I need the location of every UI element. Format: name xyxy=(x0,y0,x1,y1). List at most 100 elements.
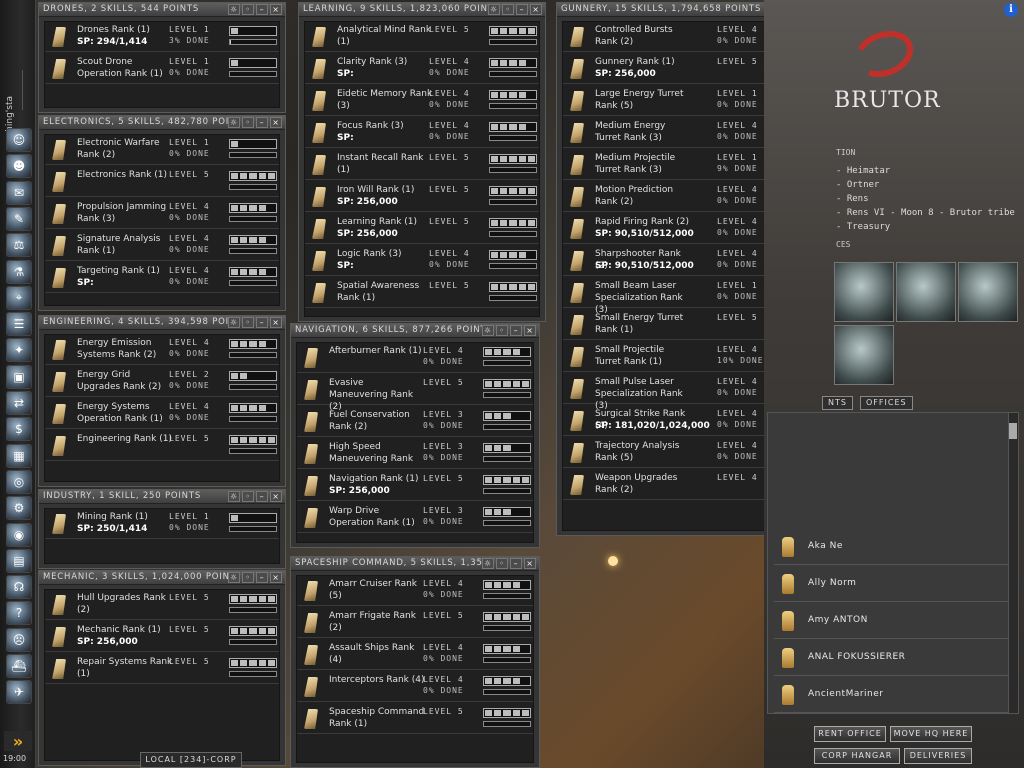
close-icon[interactable]: × xyxy=(270,572,282,583)
skill-row[interactable]: Propulsion Jamming Rank (3) LEVEL 4 0% DON… xyxy=(45,199,279,229)
assets-icon[interactable]: ▣ xyxy=(6,364,32,389)
repair-service-icon[interactable] xyxy=(896,262,956,322)
panel-header[interactable]: MECHANIC, 3 SKILLS, 1,024,000 POINTS ☼ ◦ – × xyxy=(39,571,285,585)
browser-icon[interactable]: ◉ xyxy=(6,522,32,547)
skill-row[interactable]: Electronics Rank (1) LEVEL 5 xyxy=(45,167,279,197)
info-icon[interactable]: i xyxy=(1004,3,1018,17)
local-chat-tab[interactable]: LOCAL [234]-CORP xyxy=(140,752,242,768)
drones-icon[interactable]: ✈ xyxy=(6,680,32,705)
industry-skills-panel[interactable]: INDUSTRY, 1 SKILL, 250 POINTS ☼ ◦ – × Mining … xyxy=(38,489,286,569)
panel-header[interactable]: ENGINEERING, 4 SKILLS, 394,598 POINTS ☼ ◦ –… xyxy=(39,316,285,330)
rent-office-button[interactable]: RENT OFFICE xyxy=(814,726,886,742)
skill-row[interactable]: Evasive Maneuvering Rank (2) LEVEL 5 xyxy=(297,375,533,412)
tab-offices[interactable]: OFFICES xyxy=(860,396,913,410)
drones-skills-panel[interactable]: DRONES, 2 SKILLS, 544 POINTS ☼ ◦ – × Drones R… xyxy=(38,2,286,113)
starmap-icon[interactable]: ✦ xyxy=(6,338,32,363)
close-icon[interactable]: × xyxy=(270,491,282,502)
learning-skills-panel[interactable]: LEARNING, 9 SKILLS, 1,823,060 POINTS ☼ ◦ – ×… xyxy=(298,2,546,322)
pin-icon[interactable]: ◦ xyxy=(242,4,254,15)
settings-icon[interactable]: ☼ xyxy=(482,558,494,569)
spaceship-skills-panel[interactable]: SPACESHIP COMMAND, 5 SKILLS, 1,356, ☼ ◦ – × A… xyxy=(290,556,540,768)
recycle-service-icon[interactable] xyxy=(834,262,894,322)
deliveries-button[interactable]: DELIVERIES xyxy=(904,748,972,764)
member-row[interactable]: Aka Ne xyxy=(774,529,1010,565)
skill-row[interactable]: Learning Rank (1) SP: 256,000 LEVEL 5 xyxy=(305,214,539,244)
fitting-service-icon[interactable] xyxy=(834,325,894,385)
character-icon[interactable]: ☺ xyxy=(6,128,32,152)
panel-header[interactable]: INDUSTRY, 1 SKILL, 250 POINTS ☼ ◦ – × xyxy=(39,490,285,504)
tab-agents[interactable]: NTS xyxy=(822,396,853,410)
portrait-icon[interactable]: ☹ xyxy=(6,627,32,652)
skill-row[interactable]: Afterburner Rank (1) LEVEL 4 0% DONE xyxy=(297,343,533,373)
skill-row[interactable]: Energy Grid Upgrades Rank (2) LEVEL 2 0% D… xyxy=(45,367,279,397)
panel-header[interactable]: ELECTRONICS, 5 SKILLS, 482,780 POINTS ☼ ◦ –… xyxy=(39,116,285,130)
fitting-icon[interactable]: ⚙ xyxy=(6,496,32,521)
skill-row[interactable]: Fuel Conservation Rank (2) LEVEL 3 0% DONE xyxy=(297,407,533,437)
move-hq-button[interactable]: MOVE HQ HERE xyxy=(890,726,972,742)
book-icon[interactable]: ▤ xyxy=(6,548,32,573)
skill-row[interactable]: Iron Will Rank (1) SP: 256,000 LEVEL 5 xyxy=(305,182,539,212)
skill-row[interactable]: Amarr Cruiser Rank (5) LEVEL 4 0% DONE xyxy=(297,576,533,606)
skill-row[interactable]: Mining Rank (1) SP: 250/1,414 LEVEL 1 0% DO… xyxy=(45,509,279,539)
skill-row[interactable]: Scout Drone Operation Rank (1) LEVEL 1 0% … xyxy=(45,54,279,84)
market-icon[interactable]: ⚖ xyxy=(6,233,32,258)
minimize-icon[interactable]: – xyxy=(510,325,522,336)
headset-icon[interactable]: ☊ xyxy=(6,575,32,600)
wallet-icon[interactable]: $ xyxy=(6,417,32,442)
skill-row[interactable]: Targeting Rank (1) SP: LEVEL 4 0% DONE xyxy=(45,263,279,293)
member-list[interactable]: Aka Ne Ally Norm Amy ANTON ANAL FOKUSSIERER… xyxy=(767,412,1019,714)
skill-row[interactable]: Drones Rank (1) SP: 294/1,414 LEVEL 1 3% DO… xyxy=(45,22,279,52)
ships-icon[interactable]: ⛴ xyxy=(6,654,32,678)
pin-icon[interactable]: ◦ xyxy=(242,572,254,583)
people-icon[interactable]: ☻ xyxy=(6,154,32,179)
skill-row[interactable]: Focus Rank (3) SP: LEVEL 4 0% DONE xyxy=(305,118,539,148)
calculator-icon[interactable]: ▦ xyxy=(6,443,32,468)
skill-row[interactable]: Amarr Frigate Rank (2) LEVEL 5 xyxy=(297,608,533,638)
skill-row[interactable]: Signature Analysis Rank (1) LEVEL 4 0% DON… xyxy=(45,231,279,261)
panel-header[interactable]: DRONES, 2 SKILLS, 544 POINTS ☼ ◦ – × xyxy=(39,3,285,17)
settings-icon[interactable]: ☼ xyxy=(228,491,240,502)
skill-row[interactable]: Spatial Awareness Rank (1) LEVEL 5 xyxy=(305,278,539,308)
electronics-skills-panel[interactable]: ELECTRONICS, 5 SKILLS, 482,780 POINTS ☼ ◦ –… xyxy=(38,115,286,311)
panel-header[interactable]: NAVIGATION, 6 SKILLS, 877,266 POINTS ☼ ◦ – × xyxy=(291,324,539,338)
corp-hangar-button[interactable]: CORP HANGAR xyxy=(814,748,900,764)
settings-icon[interactable]: ☼ xyxy=(228,117,240,128)
notepad-icon[interactable]: ✎ xyxy=(6,206,32,231)
close-icon[interactable]: × xyxy=(524,558,536,569)
skill-row[interactable]: Mechanic Rank (1) SP: 256,000 LEVEL 5 xyxy=(45,622,279,652)
skill-row[interactable]: Energy Emission Systems Rank (2) LEVEL 4 0… xyxy=(45,335,279,365)
skill-row[interactable]: Interceptors Rank (4) LEVEL 4 0% DONE xyxy=(297,672,533,702)
help-ring-icon[interactable]: ◎ xyxy=(6,469,32,494)
member-row[interactable]: Amy ANTON xyxy=(774,603,1010,639)
minimize-icon[interactable]: – xyxy=(510,558,522,569)
member-list-scrollbar[interactable] xyxy=(1008,413,1018,713)
skill-row[interactable]: Navigation Rank (1) SP: 256,000 LEVEL 5 xyxy=(297,471,533,501)
factory-service-icon[interactable] xyxy=(958,262,1018,322)
skill-row[interactable]: Spaceship Command Rank (1) LEVEL 5 xyxy=(297,704,533,734)
close-icon[interactable]: × xyxy=(530,4,542,15)
settings-icon[interactable]: ☼ xyxy=(488,4,500,15)
skill-row[interactable]: Logic Rank (3) SP: LEVEL 4 0% DONE xyxy=(305,246,539,276)
skill-row[interactable]: Electronic Warfare Rank (2) LEVEL 1 0% DON… xyxy=(45,135,279,165)
map-icon[interactable]: ⌖ xyxy=(6,285,32,310)
skill-row[interactable]: Analytical Mind Rank (1) LEVEL 5 xyxy=(305,22,539,52)
minimize-icon[interactable]: – xyxy=(256,117,268,128)
skill-row[interactable]: Clarity Rank (3) SP: LEVEL 4 0% DONE xyxy=(305,54,539,84)
skill-row[interactable]: Energy Systems Operation Rank (1) LEVEL 4… xyxy=(45,399,279,429)
pin-icon[interactable]: ◦ xyxy=(502,4,514,15)
skill-row[interactable]: Repair Systems Rank (1) LEVEL 5 xyxy=(45,654,279,684)
skill-row[interactable]: Assault Ships Rank (4) LEVEL 4 0% DONE xyxy=(297,640,533,670)
settings-icon[interactable]: ☼ xyxy=(228,317,240,328)
skill-row[interactable]: Hull Upgrades Rank (2) LEVEL 5 xyxy=(45,590,279,620)
pin-icon[interactable]: ◦ xyxy=(496,558,508,569)
panel-header[interactable]: LEARNING, 9 SKILLS, 1,823,060 POINTS ☼ ◦ – × xyxy=(299,3,545,17)
contracts-icon[interactable]: ⇄ xyxy=(6,391,32,415)
settings-icon[interactable]: ☼ xyxy=(228,4,240,15)
pin-icon[interactable]: ◦ xyxy=(242,317,254,328)
engineering-skills-panel[interactable]: ENGINEERING, 4 SKILLS, 394,598 POINTS ☼ ◦ –… xyxy=(38,315,286,487)
pin-icon[interactable]: ◦ xyxy=(242,491,254,502)
navigation-skills-panel[interactable]: NAVIGATION, 6 SKILLS, 877,266 POINTS ☼ ◦ – ×… xyxy=(290,323,540,548)
member-row[interactable]: Ally Norm xyxy=(774,566,1010,602)
mechanic-skills-panel[interactable]: MECHANIC, 3 SKILLS, 1,024,000 POINTS ☼ ◦ – ×… xyxy=(38,570,286,766)
skill-row[interactable]: Engineering Rank (1) LEVEL 5 xyxy=(45,431,279,461)
